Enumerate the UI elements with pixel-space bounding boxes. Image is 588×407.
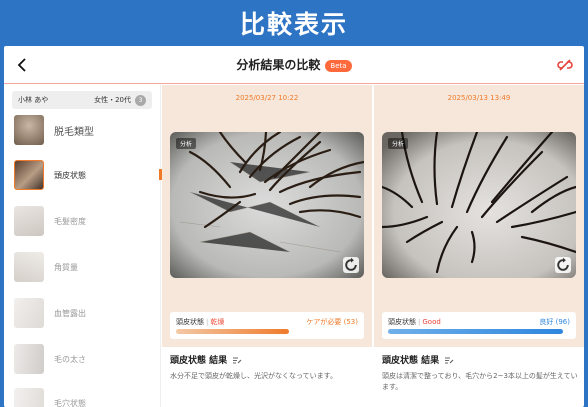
sidebar-item-label: 脱毛類型	[54, 126, 94, 138]
scalp-photo[interactable]: 分析	[382, 132, 576, 278]
rotate-button[interactable]	[555, 257, 571, 273]
result-label: 頭皮状態	[388, 318, 416, 326]
result-label: 頭皮状態	[176, 318, 204, 326]
hair-loss-thumbnail-icon	[14, 115, 44, 145]
section-title: 頭皮状態 結果	[170, 353, 242, 366]
capture-date: 2025/03/13 13:49	[447, 94, 511, 102]
result-description: 水分不足で頭皮が乾燥し、光沢がなくなっています。	[170, 372, 337, 380]
comparison-panel-right: 2025/03/13 13:49 分析 頭皮状態 | Good 良好 (96) …	[374, 85, 584, 407]
section-title-text: 頭皮状態 結果	[170, 356, 228, 366]
result-label-group: 頭皮状態 | 乾燥	[176, 317, 224, 327]
user-name: 小林 あや	[18, 96, 49, 104]
score-bar	[176, 329, 289, 334]
scalp-photo[interactable]: 分析	[170, 132, 364, 278]
sidebar-item-vessels[interactable]: 血管露出	[14, 295, 154, 331]
thickness-thumbnail-icon	[14, 344, 44, 374]
category-sidebar: 小林 あや 女性・20代 3 脱毛類型 頭皮状態 毛髪密度 角質量 血管露出 毛…	[4, 85, 161, 407]
scalp-photo-image	[382, 132, 576, 278]
result-value: 乾燥	[210, 318, 225, 326]
result-card: 頭皮状態 | 乾燥 ケアが必要 (53)	[170, 312, 364, 339]
density-thumbnail-icon	[14, 206, 44, 236]
page-banner: 比較表示	[0, 0, 588, 46]
page-title-text: 分析結果の比較	[236, 58, 321, 72]
separator: |	[206, 318, 209, 326]
sidebar-item-hair-density[interactable]: 毛髪密度	[14, 203, 154, 239]
unlink-icon[interactable]	[556, 56, 574, 74]
top-bar: 分析結果の比較 Beta	[4, 46, 584, 84]
score-bar	[388, 329, 563, 334]
section-title: 頭皮状態 結果	[382, 353, 454, 366]
rotate-icon	[345, 257, 357, 271]
separator: |	[418, 318, 421, 326]
photo-tag: 分析	[176, 138, 197, 149]
vessels-thumbnail-icon	[14, 298, 44, 328]
sidebar-item-label: 血管露出	[54, 308, 86, 318]
back-arrow-icon[interactable]	[12, 55, 32, 75]
scalp-thumbnail-icon	[14, 160, 44, 190]
capture-date: 2025/03/27 10:22	[235, 94, 299, 102]
comparison-panel-left: 2025/03/27 10:22 分析 頭皮状態 | 乾燥 ケアが必要 (53)…	[162, 85, 372, 407]
result-description: 頭皮は清潔で整っており、毛穴から2~3本以上の髪が生えています。	[382, 372, 578, 391]
sidebar-item-label: 毛の太さ	[54, 354, 86, 364]
sidebar-item-hair-loss-type[interactable]: 脱毛類型	[14, 112, 154, 148]
sidebar-item-keratin[interactable]: 角質量	[14, 249, 154, 285]
sidebar-item-hair-thickness[interactable]: 毛の太さ	[14, 341, 154, 377]
section-title-text: 頭皮状態 結果	[382, 356, 440, 366]
rotate-icon	[557, 257, 569, 271]
user-meta: 女性・20代	[94, 96, 131, 104]
user-count-badge: 3	[135, 94, 146, 106]
rotate-button[interactable]	[343, 257, 359, 273]
pores-thumbnail-icon	[14, 388, 44, 407]
sidebar-item-label: 角質量	[54, 262, 78, 272]
sidebar-item-label: 頭皮状態	[54, 170, 86, 180]
status-text: 良好 (96)	[539, 318, 570, 326]
result-card: 頭皮状態 | Good 良好 (96)	[382, 312, 576, 339]
sidebar-item-label: 毛髪密度	[54, 216, 86, 226]
photo-tag: 分析	[388, 138, 409, 149]
beta-badge: Beta	[325, 59, 352, 72]
edit-icon[interactable]	[444, 355, 454, 365]
page-title: 分析結果の比較 Beta	[236, 56, 352, 73]
user-card[interactable]: 小林 あや 女性・20代 3	[12, 91, 152, 109]
sidebar-item-pores[interactable]: 毛穴状態	[14, 385, 154, 407]
edit-icon[interactable]	[232, 355, 242, 365]
app-screen: 分析結果の比較 Beta 小林 あや 女性・20代 3 脱毛類型 頭皮状態 毛髪密…	[4, 46, 584, 407]
keratin-thumbnail-icon	[14, 252, 44, 282]
result-label-group: 頭皮状態 | Good	[388, 317, 441, 327]
status-text: ケアが必要 (53)	[306, 318, 358, 326]
result-value: Good	[422, 318, 441, 326]
scalp-photo-image	[170, 132, 364, 278]
sidebar-item-label: 毛穴状態	[54, 398, 86, 407]
sidebar-item-scalp-condition[interactable]: 頭皮状態	[14, 157, 154, 193]
